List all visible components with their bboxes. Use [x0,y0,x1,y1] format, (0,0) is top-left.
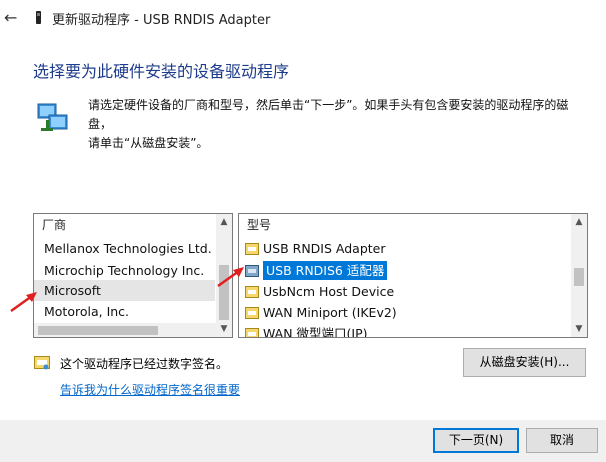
driver-signing-link[interactable]: 告诉我为什么驱动程序签名很重要 [60,381,240,398]
scroll-up-icon[interactable]: ▲ [571,214,587,230]
title-bar: ← 更新驱动程序 - USB RNDIS Adapter [0,0,606,36]
driver-icon [245,243,259,255]
next-button[interactable]: 下一页(N) [433,428,519,453]
scroll-up-icon[interactable]: ▲ [216,214,232,230]
model-item-label: WAN Miniport (IKEv2) [263,305,397,320]
signed-driver-icon [34,356,50,370]
usb-device-icon [36,11,41,24]
annotation-arrow-icon [217,267,244,288]
model-item-label: USB RNDIS Adapter [263,241,386,256]
back-arrow-icon[interactable]: ← [4,8,17,27]
model-item[interactable]: UsbNcm Host Device [239,281,570,302]
model-item-label: WAN 微型端口(IP) [263,326,368,338]
manufacturer-item[interactable]: Motorola, Inc. [34,301,215,322]
instructions-line-1: 请选定硬件设备的厂商和型号，然后单击“下一步”。如果手头有包含要安装的驱动程序的… [88,98,569,131]
model-list-header: 型号 [247,218,272,232]
have-disk-button[interactable]: 从磁盘安装(H)... [463,348,586,377]
model-item-label: USB RNDIS6 适配器 [263,261,388,280]
hscroll-thumb[interactable] [38,326,158,335]
network-adapter-icon [37,103,68,131]
model-item[interactable]: WAN Miniport (IKEv2) [239,302,570,323]
annotation-arrow-icon [10,292,37,313]
manufacturer-item[interactable]: Microchip Technology Inc. [34,260,215,281]
driver-icon [245,265,259,277]
model-item[interactable]: USB RNDIS Adapter [239,238,570,259]
driver-icon [245,328,259,337]
model-item[interactable]: WAN 微型端口(IP) [239,323,570,338]
instructions-text: 请选定硬件设备的厂商和型号，然后单击“下一步”。如果手头有包含要安装的驱动程序的… [88,96,588,153]
cancel-button[interactable]: 取消 [526,428,598,453]
page-heading: 选择要为此硬件安装的设备驱动程序 [33,62,290,81]
manufacturer-item[interactable]: Mellanox Technologies Ltd. [34,238,215,259]
manufacturer-list[interactable]: 厂商 Mellanox Technologies Ltd. Microchip … [33,213,233,338]
manufacturer-hscrollbar[interactable] [34,323,216,337]
scroll-down-icon[interactable]: ▼ [216,321,232,337]
driver-icon [245,286,259,298]
driver-icon [245,307,259,319]
model-item-selected[interactable]: USB RNDIS6 适配器 [239,260,570,281]
window-title: 更新驱动程序 - USB RNDIS Adapter [52,13,271,28]
model-item-label: UsbNcm Host Device [263,284,395,299]
manufacturer-list-header: 厂商 [42,218,67,232]
model-vscrollbar[interactable]: ▲ ▼ [571,214,587,337]
signed-driver-text: 这个驱动程序已经过数字签名。 [60,357,229,371]
manufacturer-item-selected[interactable]: Microsoft [34,280,215,301]
scroll-down-icon[interactable]: ▼ [571,321,587,337]
scroll-thumb[interactable] [574,268,584,286]
model-list[interactable]: 型号 USB RNDIS Adapter USB RNDIS6 适配器 UsbN… [238,213,588,338]
instructions-line-2: 请单击“从磁盘安装”。 [88,136,209,150]
